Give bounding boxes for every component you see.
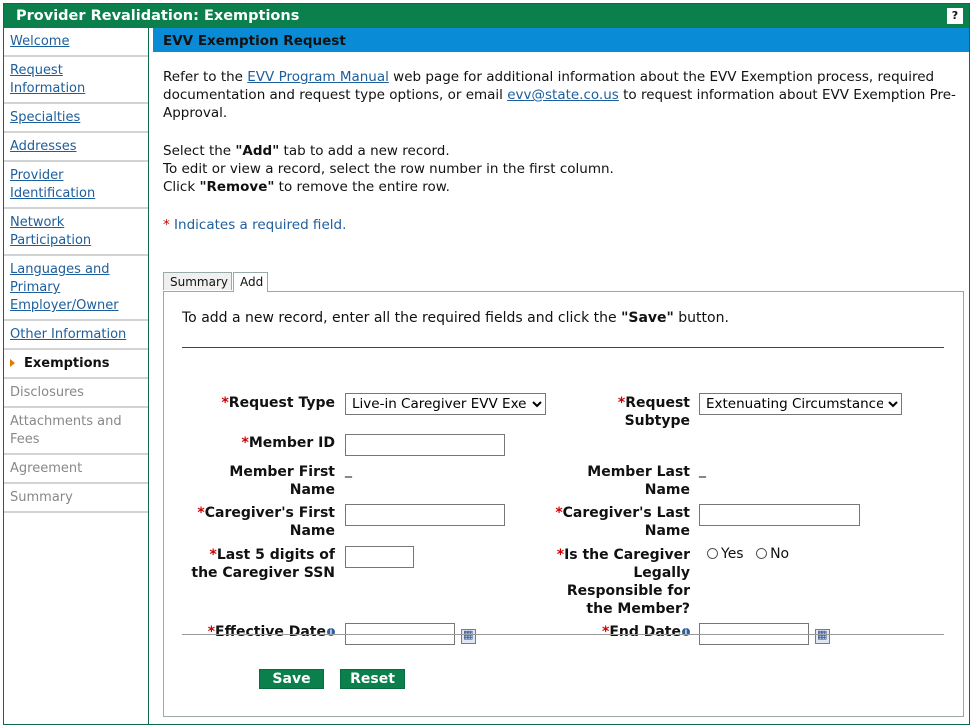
- legally-responsible-label: *Is the Caregiver Legally Responsible fo…: [556, 547, 690, 617]
- request-type-label: *Request Type: [221, 395, 335, 411]
- tab-summary[interactable]: Summary: [163, 272, 232, 290]
- intro-text: Refer to the EVV Program Manual web page…: [163, 69, 956, 121]
- sidebar-item-exemptions: Exemptions: [4, 350, 148, 379]
- sidebar-nav: Welcome Request Information Specialties …: [4, 28, 149, 724]
- sidebar-item-agreement: Agreement: [4, 455, 148, 484]
- app-frame: Provider Revalidation: Exemptions ? Welc…: [3, 3, 970, 725]
- sidebar-item-label: Attachments and Fees: [10, 414, 122, 447]
- request-subtype-select[interactable]: Extenuating Circumstances: [699, 393, 902, 415]
- sidebar-item-specialties[interactable]: Specialties: [4, 104, 148, 133]
- caregiver-last-name-label: *Caregiver's Last Name: [555, 505, 690, 539]
- sidebar-item-provider-identification[interactable]: Provider Identification: [4, 162, 148, 209]
- calendar-icon[interactable]: [461, 628, 476, 644]
- request-subtype-label: *Request Subtype: [617, 395, 690, 429]
- required-note: * Indicates a required field.: [163, 217, 347, 233]
- divider: [182, 634, 944, 635]
- member-id-label: *Member ID: [241, 435, 335, 451]
- page-title: Provider Revalidation: Exemptions: [16, 8, 300, 24]
- yes-radio-label: Yes: [721, 546, 744, 562]
- ssn-last5-label: *Last 5 digits of the Caregiver SSN: [191, 547, 335, 581]
- tab-add[interactable]: Add: [233, 272, 268, 292]
- member-first-name-label: Member First Name: [229, 464, 335, 498]
- section-header: EVV Exemption Request: [153, 28, 969, 52]
- ssn-last5-input[interactable]: [345, 546, 414, 568]
- sidebar-item-other-information[interactable]: Other Information: [4, 321, 148, 350]
- sidebar-item-welcome[interactable]: Welcome: [4, 28, 148, 57]
- reset-button[interactable]: Reset: [340, 669, 405, 689]
- member-last-name-value: _: [699, 462, 706, 478]
- sidebar-item-network-participation[interactable]: Network Participation: [4, 209, 148, 256]
- sidebar-item-languages[interactable]: Languages and Primary Employer/Owner: [4, 256, 148, 321]
- sidebar-item-label: Summary: [10, 490, 73, 505]
- yes-radio[interactable]: [707, 548, 718, 559]
- evv-manual-link[interactable]: EVV Program Manual: [247, 69, 389, 85]
- sidebar-item-label[interactable]: Welcome: [10, 34, 69, 49]
- sidebar-item-label: Disclosures: [10, 385, 84, 400]
- sidebar-item-label[interactable]: Specialties: [10, 110, 80, 125]
- divider: [182, 347, 944, 348]
- sidebar-item-attachments: Attachments and Fees: [4, 408, 148, 455]
- sidebar-item-label: Exemptions: [24, 356, 110, 371]
- end-date-label: *End Date i: [564, 623, 690, 641]
- caregiver-first-name-label: *Caregiver's First Name: [197, 505, 335, 539]
- no-radio[interactable]: [756, 548, 768, 559]
- legally-responsible-radio-group: Yes No: [707, 546, 789, 562]
- sidebar-item-request-information[interactable]: Request Information: [4, 57, 148, 104]
- request-type-select[interactable]: Live-in Caregiver EVV Exemption: [345, 393, 546, 415]
- member-id-input[interactable]: [345, 434, 505, 456]
- member-last-name-label: Member Last Name: [587, 464, 690, 498]
- instructions: Select the "Add" tab to add a new record…: [163, 143, 614, 195]
- sidebar-item-label[interactable]: Other Information: [10, 327, 126, 342]
- evv-email-link[interactable]: evv@state.co.us: [507, 87, 619, 103]
- sidebar-item-label[interactable]: Request Information: [10, 63, 85, 96]
- form-instructions: To add a new record, enter all the requi…: [182, 310, 729, 326]
- no-radio-label: No: [770, 546, 790, 562]
- sidebar-item-addresses[interactable]: Addresses: [4, 133, 148, 162]
- current-arrow-icon: [10, 359, 15, 367]
- main-content: EVV Exemption Request Refer to the EVV P…: [153, 28, 969, 724]
- help-icon[interactable]: ?: [947, 8, 963, 24]
- add-record-panel: To add a new record, enter all the requi…: [163, 291, 964, 717]
- effective-date-label: *Effective Date i: [184, 623, 335, 641]
- sidebar-item-label[interactable]: Provider Identification: [10, 168, 95, 201]
- sidebar-item-summary: Summary: [4, 484, 148, 513]
- title-bar: Provider Revalidation: Exemptions ?: [4, 4, 969, 28]
- caregiver-last-name-input[interactable]: [699, 504, 860, 526]
- sidebar-item-label[interactable]: Addresses: [10, 139, 77, 154]
- sidebar-item-label[interactable]: Network Participation: [10, 215, 91, 248]
- sidebar-item-disclosures: Disclosures: [4, 379, 148, 408]
- sidebar-item-label: Agreement: [10, 461, 83, 476]
- member-first-name-value: _: [345, 462, 352, 478]
- calendar-icon[interactable]: [815, 628, 830, 644]
- save-button[interactable]: Save: [259, 669, 324, 689]
- caregiver-first-name-input[interactable]: [345, 504, 505, 526]
- sidebar-item-label[interactable]: Languages and Primary Employer/Owner: [10, 262, 119, 313]
